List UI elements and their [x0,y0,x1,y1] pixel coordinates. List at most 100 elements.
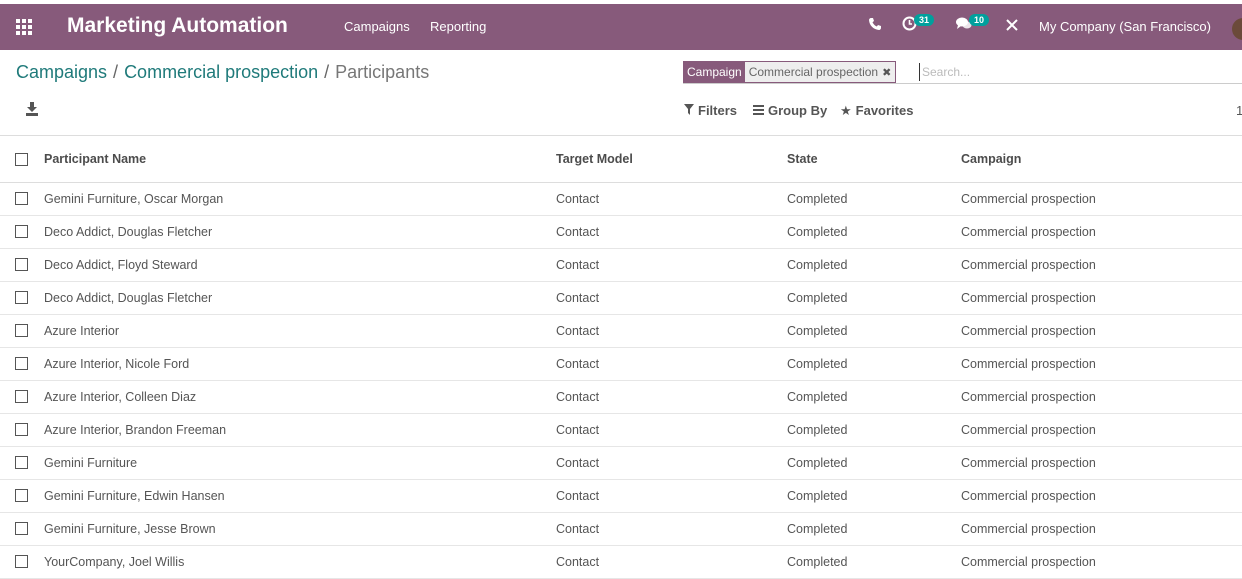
cell-campaign: Commercial prospection [961,357,1096,371]
cell-state: Completed [787,258,848,272]
table-row[interactable]: YourCompany, Joel Willis Contact Completed… [0,546,1242,579]
breadcrumb: Campaigns / Commercial prospection / Partici… [16,62,429,83]
cell-participant-name: Deco Addict, Floyd Steward [44,258,198,272]
breadcrumb-campaigns[interactable]: Campaigns [16,62,107,82]
cell-participant-name: Azure Interior, Colleen Diaz [44,390,197,404]
favorites-button[interactable]: ★ Favorites [840,103,913,119]
cell-state: Completed [787,291,848,305]
search-bar: Campaign Commercial prospection ✖ [683,61,1242,84]
pager-value[interactable]: 1 [1236,103,1242,118]
row-checkbox[interactable] [15,555,28,568]
table-row[interactable]: Gemini Furniture, Edwin Hansen Contact Com… [0,480,1242,513]
download-icon[interactable] [26,102,38,116]
column-header-campaign[interactable]: Campaign [961,152,1021,166]
cell-campaign: Commercial prospection [961,489,1096,503]
cell-target-model: Contact [556,192,600,206]
cell-target-model: Contact [556,489,600,503]
cell-participant-name: Gemini Furniture, Oscar Morgan [44,192,224,206]
cell-participant-name: Azure Interior, Brandon Freeman [44,423,227,437]
cell-target-model: Contact [556,522,600,536]
cell-participant-name: Deco Addict, Douglas Fletcher [44,291,213,305]
user-avatar[interactable] [1232,18,1242,40]
cell-campaign: Commercial prospection [961,192,1096,206]
facet-label: Campaign [684,62,745,82]
cell-campaign: Commercial prospection [961,555,1096,569]
search-facet: Campaign Commercial prospection ✖ [683,61,897,83]
cell-participant-name: Gemini Furniture [44,456,138,470]
cell-target-model: Contact [556,423,600,437]
table-row[interactable]: Gemini Furniture, Oscar Morgan Contact Com… [0,183,1242,216]
table-row[interactable]: Gemini Furniture, Jesse Brown Contact Comp… [0,513,1242,546]
apps-menu-icon[interactable] [16,19,34,35]
row-checkbox[interactable] [15,522,28,535]
facet-value: Commercial prospection ✖ [744,62,896,82]
cell-state: Completed [787,324,848,338]
table-row[interactable]: Azure Interior, Colleen Diaz Contact Compl… [0,381,1242,414]
table-row[interactable]: Deco Addict, Douglas Fletcher Contact Comp… [0,282,1242,315]
menu-reporting[interactable]: Reporting [430,19,486,34]
cell-participant-name: Azure Interior, Nicole Ford [44,357,190,371]
group-by-label: Group By [768,103,828,118]
breadcrumb-commercial-prospection[interactable]: Commercial prospection [124,62,318,82]
tools-icon[interactable] [1005,18,1019,35]
row-checkbox[interactable] [15,456,28,469]
facet-value-text: Commercial prospection [748,65,879,79]
cell-campaign: Commercial prospection [961,522,1096,536]
table-row[interactable]: Deco Addict, Floyd Steward Contact Complet… [0,249,1242,282]
group-by-button[interactable]: Group By [753,103,827,118]
cell-state: Completed [787,423,848,437]
column-header-participant-name[interactable]: Participant Name [44,152,146,166]
row-checkbox[interactable] [15,489,28,502]
cell-state: Completed [787,522,848,536]
row-checkbox[interactable] [15,357,28,370]
cell-state: Completed [787,555,848,569]
cell-participant-name: YourCompany, Joel Willis [44,555,185,569]
cell-target-model: Contact [556,225,600,239]
column-header-state[interactable]: State [787,152,818,166]
row-checkbox[interactable] [15,291,28,304]
cell-campaign: Commercial prospection [961,390,1096,404]
cell-state: Completed [787,489,848,503]
cell-state: Completed [787,357,848,371]
cell-campaign: Commercial prospection [961,423,1096,437]
table-header: Participant Name Target Model State Camp… [0,136,1242,183]
row-checkbox[interactable] [15,423,28,436]
search-input[interactable] [919,63,1224,81]
row-checkbox[interactable] [15,390,28,403]
menu-campaigns[interactable]: Campaigns [344,19,410,34]
row-checkbox[interactable] [15,324,28,337]
app-title[interactable]: Marketing Automation [67,14,288,38]
star-icon: ★ [840,103,852,118]
table-row[interactable]: Azure Interior, Nicole Ford Contact Comple… [0,348,1242,381]
cell-state: Completed [787,192,848,206]
row-checkbox[interactable] [15,258,28,271]
cell-state: Completed [787,390,848,404]
cell-participant-name: Gemini Furniture, Edwin Hansen [44,489,225,503]
phone-icon[interactable] [868,17,882,34]
cell-target-model: Contact [556,291,600,305]
breadcrumb-current: Participants [335,62,430,82]
select-all-checkbox[interactable] [15,153,28,166]
cell-state: Completed [787,225,848,239]
cell-campaign: Commercial prospection [961,291,1096,305]
cell-participant-name: Azure Interior [44,324,120,338]
filter-icon [684,103,694,118]
table-row[interactable]: Gemini Furniture Contact Completed Commerci… [0,447,1242,480]
table-row[interactable]: Azure Interior, Brandon Freeman Contact Co… [0,414,1242,447]
cell-target-model: Contact [556,324,600,338]
filters-button[interactable]: Filters [684,103,737,118]
cell-target-model: Contact [556,555,600,569]
top-navbar: Marketing Automation Campaigns Reporting… [0,4,1242,50]
column-header-target-model[interactable]: Target Model [556,152,633,166]
row-checkbox[interactable] [15,192,28,205]
cell-campaign: Commercial prospection [961,456,1096,470]
cell-state: Completed [787,456,848,470]
breadcrumb-separator: / [113,62,119,82]
facet-remove-icon[interactable]: ✖ [882,67,891,79]
table-row[interactable]: Deco Addict, Douglas Fletcher Contact Comp… [0,216,1242,249]
cell-participant-name: Deco Addict, Douglas Fletcher [44,225,213,239]
company-switcher[interactable]: My Company (San Francisco) [1039,19,1211,34]
activity-count-badge: 31 [914,14,935,26]
row-checkbox[interactable] [15,225,28,238]
table-row[interactable]: Azure Interior Contact Completed Commercial… [0,315,1242,348]
